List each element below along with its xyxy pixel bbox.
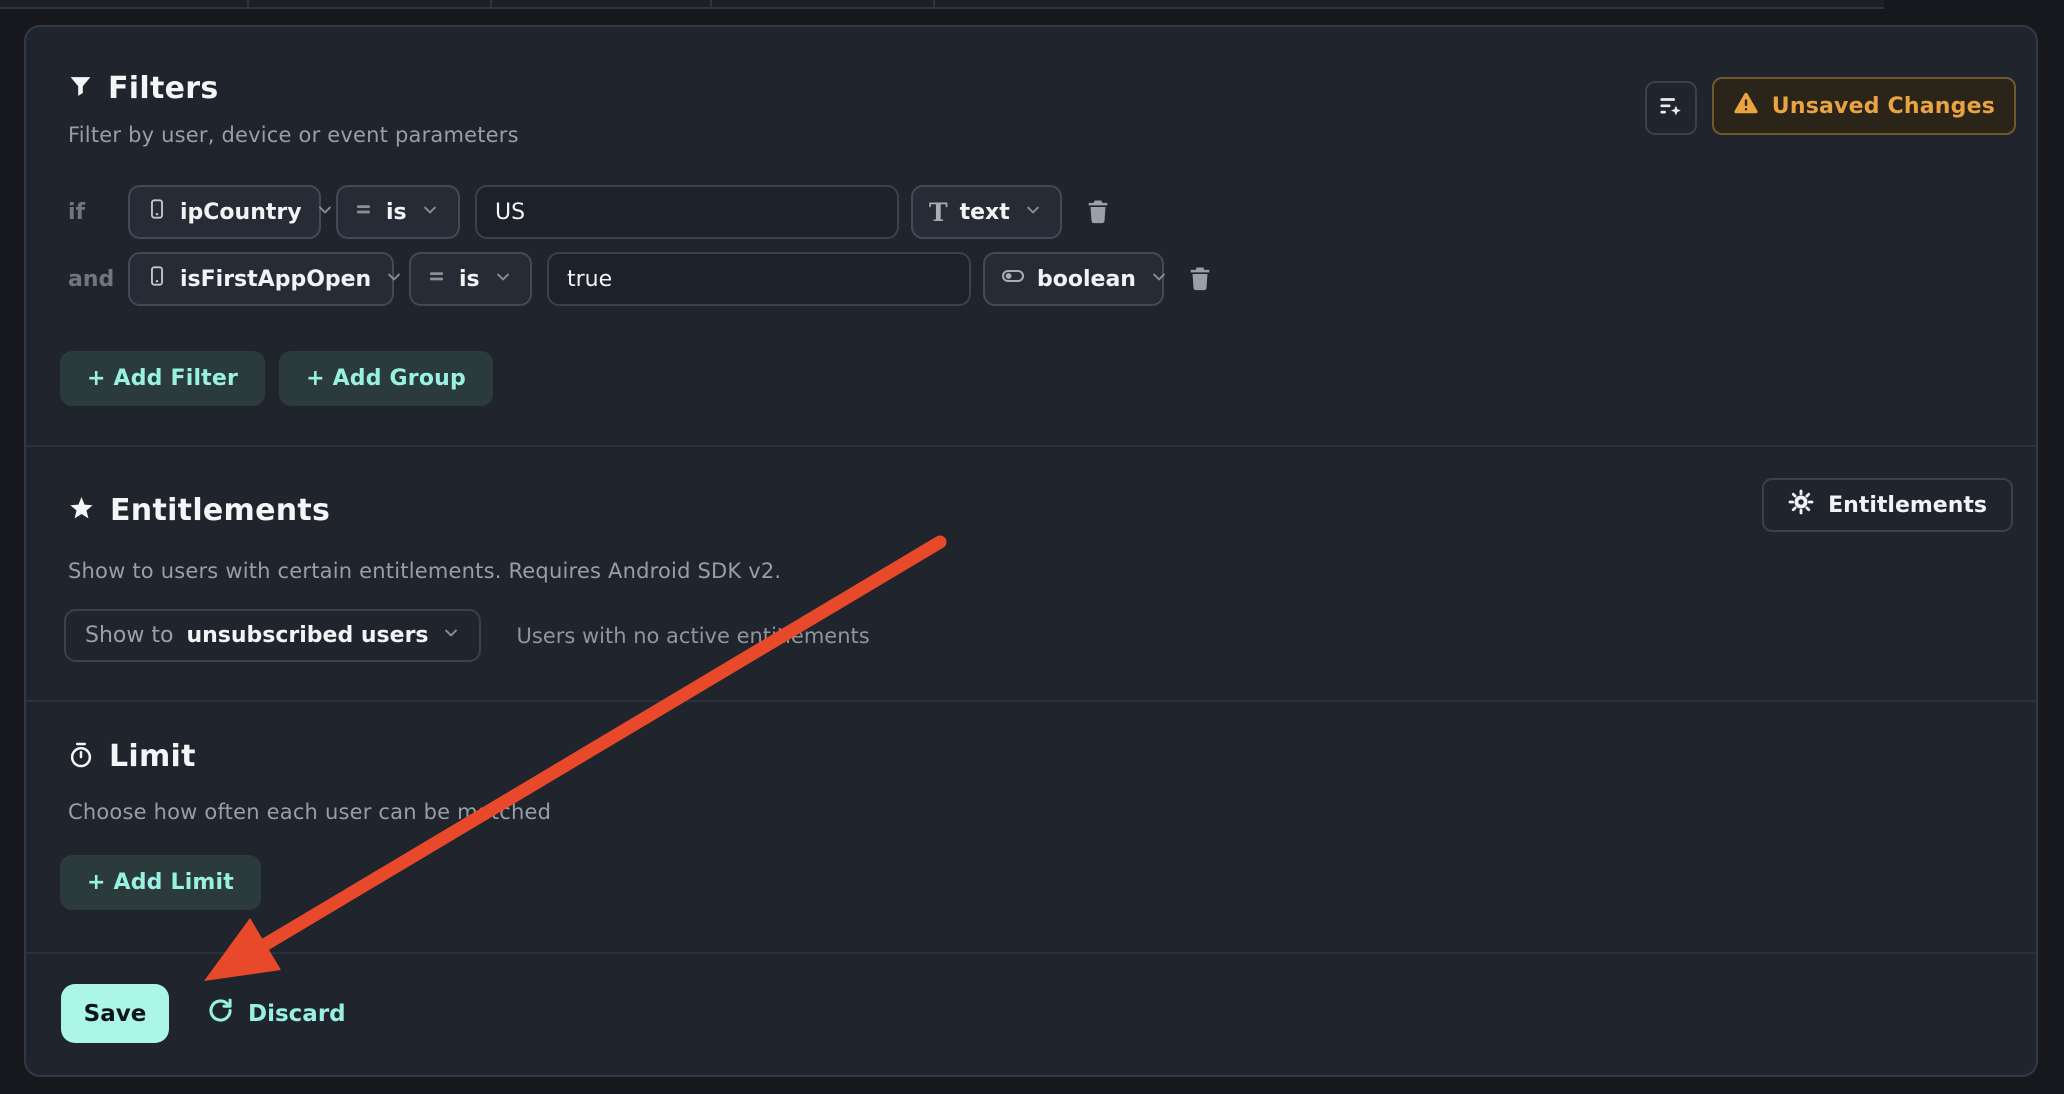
filters-header: Filters <box>68 71 219 106</box>
chevron-down-icon <box>494 267 512 292</box>
chevron-down-icon <box>1024 200 1042 225</box>
show-to-helper-text: Users with no active entitlements <box>517 624 870 648</box>
toggle-icon <box>1001 264 1025 294</box>
device-icon <box>146 198 168 226</box>
footer-actions: Save Discard <box>61 984 346 1043</box>
type-value: boolean <box>1037 267 1136 292</box>
limit-add-row: + Add Limit <box>60 855 261 910</box>
equals-icon <box>354 199 374 225</box>
equals-icon <box>427 266 447 292</box>
parameter-value: isFirstAppOpen <box>180 267 371 292</box>
chevron-down-icon <box>316 200 334 225</box>
star-icon <box>68 495 95 526</box>
section-divider <box>26 700 2036 702</box>
header-actions: Unsaved Changes <box>1645 77 2016 135</box>
filters-title: Filters <box>108 71 219 106</box>
operator-value: is <box>459 267 480 292</box>
entitlements-subtitle: Show to users with certain entitlements.… <box>68 559 781 583</box>
save-button[interactable]: Save <box>61 984 169 1043</box>
stopwatch-icon <box>68 742 94 772</box>
unsaved-changes-badge: Unsaved Changes <box>1712 77 2016 135</box>
limit-title: Limit <box>109 739 196 774</box>
entitlements-button[interactable]: Entitlements <box>1762 478 2013 532</box>
strip-divider <box>490 0 492 9</box>
chevron-down-icon <box>1150 267 1168 292</box>
chevron-down-icon <box>421 200 439 225</box>
limit-header: Limit <box>68 739 196 774</box>
parameter-value: ipCountry <box>180 200 302 225</box>
filter-value-input[interactable] <box>547 252 971 306</box>
chevron-down-icon <box>442 623 460 648</box>
add-filter-button[interactable]: + Add Filter <box>60 351 265 406</box>
show-to-dropdown[interactable]: Show to unsubscribed users <box>64 609 481 662</box>
limit-subtitle: Choose how often each user can be matche… <box>68 800 551 824</box>
entitlements-button-label: Entitlements <box>1828 493 1987 518</box>
conjunction-label: and <box>68 267 128 292</box>
entitlements-header: Entitlements <box>68 493 330 528</box>
operator-dropdown[interactable]: is <box>409 252 532 306</box>
type-dropdown[interactable]: boolean <box>983 252 1164 306</box>
section-divider <box>26 445 2036 447</box>
filters-add-row: + Add Filter + Add Group <box>60 351 493 406</box>
filter-value-input[interactable] <box>475 185 899 239</box>
conjunction-label: if <box>68 200 128 225</box>
add-group-button[interactable]: + Add Group <box>279 351 493 406</box>
table-edge-strip <box>0 0 1884 9</box>
entitlements-title: Entitlements <box>110 493 330 528</box>
section-divider <box>26 952 2036 954</box>
warning-triangle-icon <box>1733 90 1759 122</box>
add-limit-button[interactable]: + Add Limit <box>60 855 261 910</box>
show-to-row: Show to unsubscribed users Users with no… <box>64 609 870 662</box>
operator-value: is <box>386 200 407 225</box>
parameter-dropdown[interactable]: ipCountry <box>128 185 321 239</box>
delete-filter-button[interactable] <box>1084 197 1112 228</box>
audience-settings-card: Filters Unsaved Changes <box>24 25 2038 1077</box>
filters-subtitle: Filter by user, device or event paramete… <box>68 123 519 147</box>
strip-divider <box>247 0 249 9</box>
gear-icon <box>1788 489 1814 521</box>
refresh-icon <box>207 997 234 1030</box>
unsaved-changes-label: Unsaved Changes <box>1772 94 1995 119</box>
operator-dropdown[interactable]: is <box>336 185 460 239</box>
filter-row: and isFirstAppOpen is boolean <box>68 252 1214 306</box>
parameter-dropdown[interactable]: isFirstAppOpen <box>128 252 394 306</box>
funnel-icon <box>68 74 93 103</box>
show-to-value: unsubscribed users <box>186 623 428 648</box>
filter-settings-button[interactable] <box>1645 81 1697 135</box>
trash-icon <box>1084 197 1112 228</box>
serif-t-icon: T <box>929 200 948 225</box>
chevron-down-icon <box>385 267 403 292</box>
type-value: text <box>960 200 1010 225</box>
type-dropdown[interactable]: T text <box>911 185 1062 239</box>
device-icon <box>146 265 168 293</box>
strip-divider <box>710 0 712 9</box>
discard-label: Discard <box>248 1001 346 1027</box>
filter-row: if ipCountry is T text <box>68 185 1112 239</box>
strip-divider <box>933 0 935 9</box>
delete-filter-button[interactable] <box>1186 264 1214 295</box>
filter-sparkle-icon <box>1657 93 1684 123</box>
discard-button[interactable]: Discard <box>207 997 346 1030</box>
trash-icon <box>1186 264 1214 295</box>
show-to-label: Show to <box>85 623 173 648</box>
